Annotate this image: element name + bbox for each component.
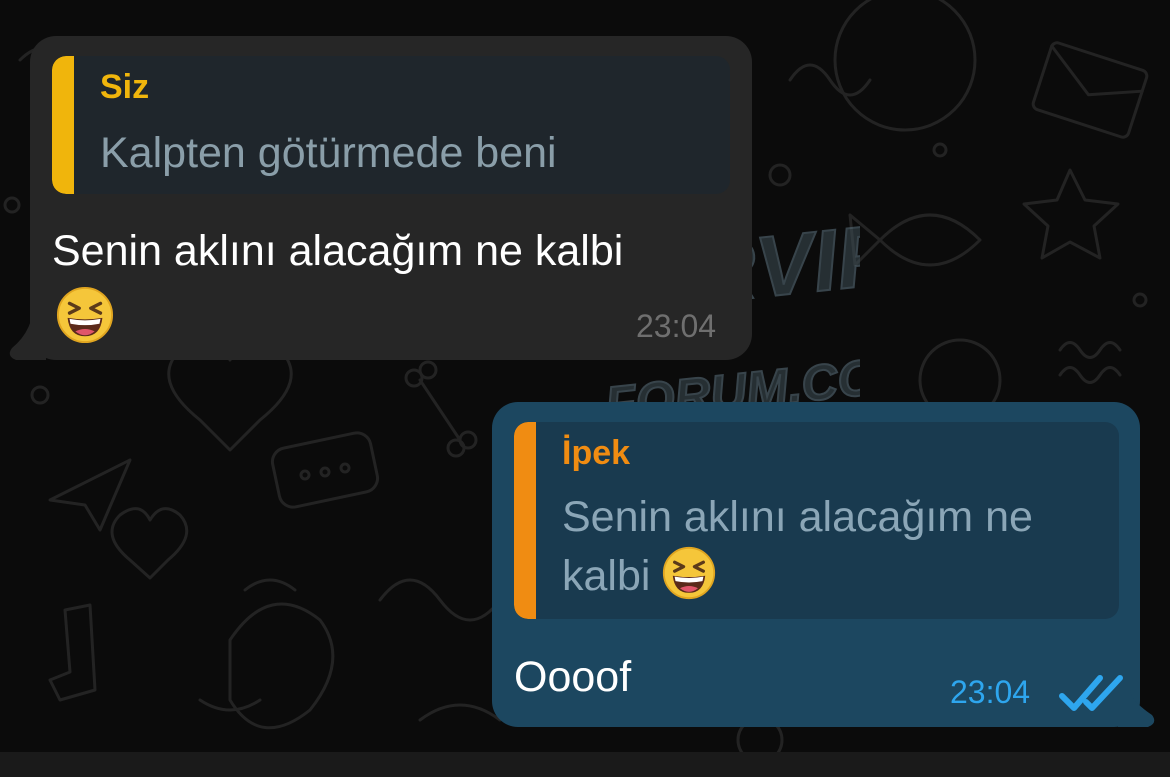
outgoing-message-time: 23:04 (950, 674, 1031, 710)
incoming-reply-quote[interactable]: Siz Kalpten götürmede beni (52, 56, 730, 194)
quote-text: Senin aklını alacağım ne kalbi (562, 493, 1033, 600)
input-area-edge (0, 752, 1170, 777)
grinning-squinting-face-icon (662, 546, 716, 615)
outgoing-reply-quote[interactable]: İpek Senin aklını alacağım ne kalbi (514, 422, 1119, 619)
quote-text-wrap: Senin aklını alacağım ne kalbi (562, 488, 1082, 615)
outgoing-message-text: Oooof (514, 653, 632, 701)
quote-author: İpek (562, 434, 631, 472)
quote-accent-bar (514, 422, 536, 619)
quote-text: Kalpten götürmede beni (100, 129, 557, 177)
quote-author: Siz (100, 68, 150, 106)
incoming-bubble-tail (9, 300, 46, 360)
incoming-message-text: Senin aklını alacağım ne kalbi (52, 227, 624, 275)
incoming-message-time: 23:04 (636, 308, 717, 344)
double-check-read-icon (1059, 675, 1123, 711)
chat-background: ESCOBARVIP FORUM.CO Siz Kalpten götürmed… (0, 0, 1170, 777)
grinning-squinting-face-icon (56, 286, 114, 349)
quote-accent-bar (52, 56, 74, 194)
